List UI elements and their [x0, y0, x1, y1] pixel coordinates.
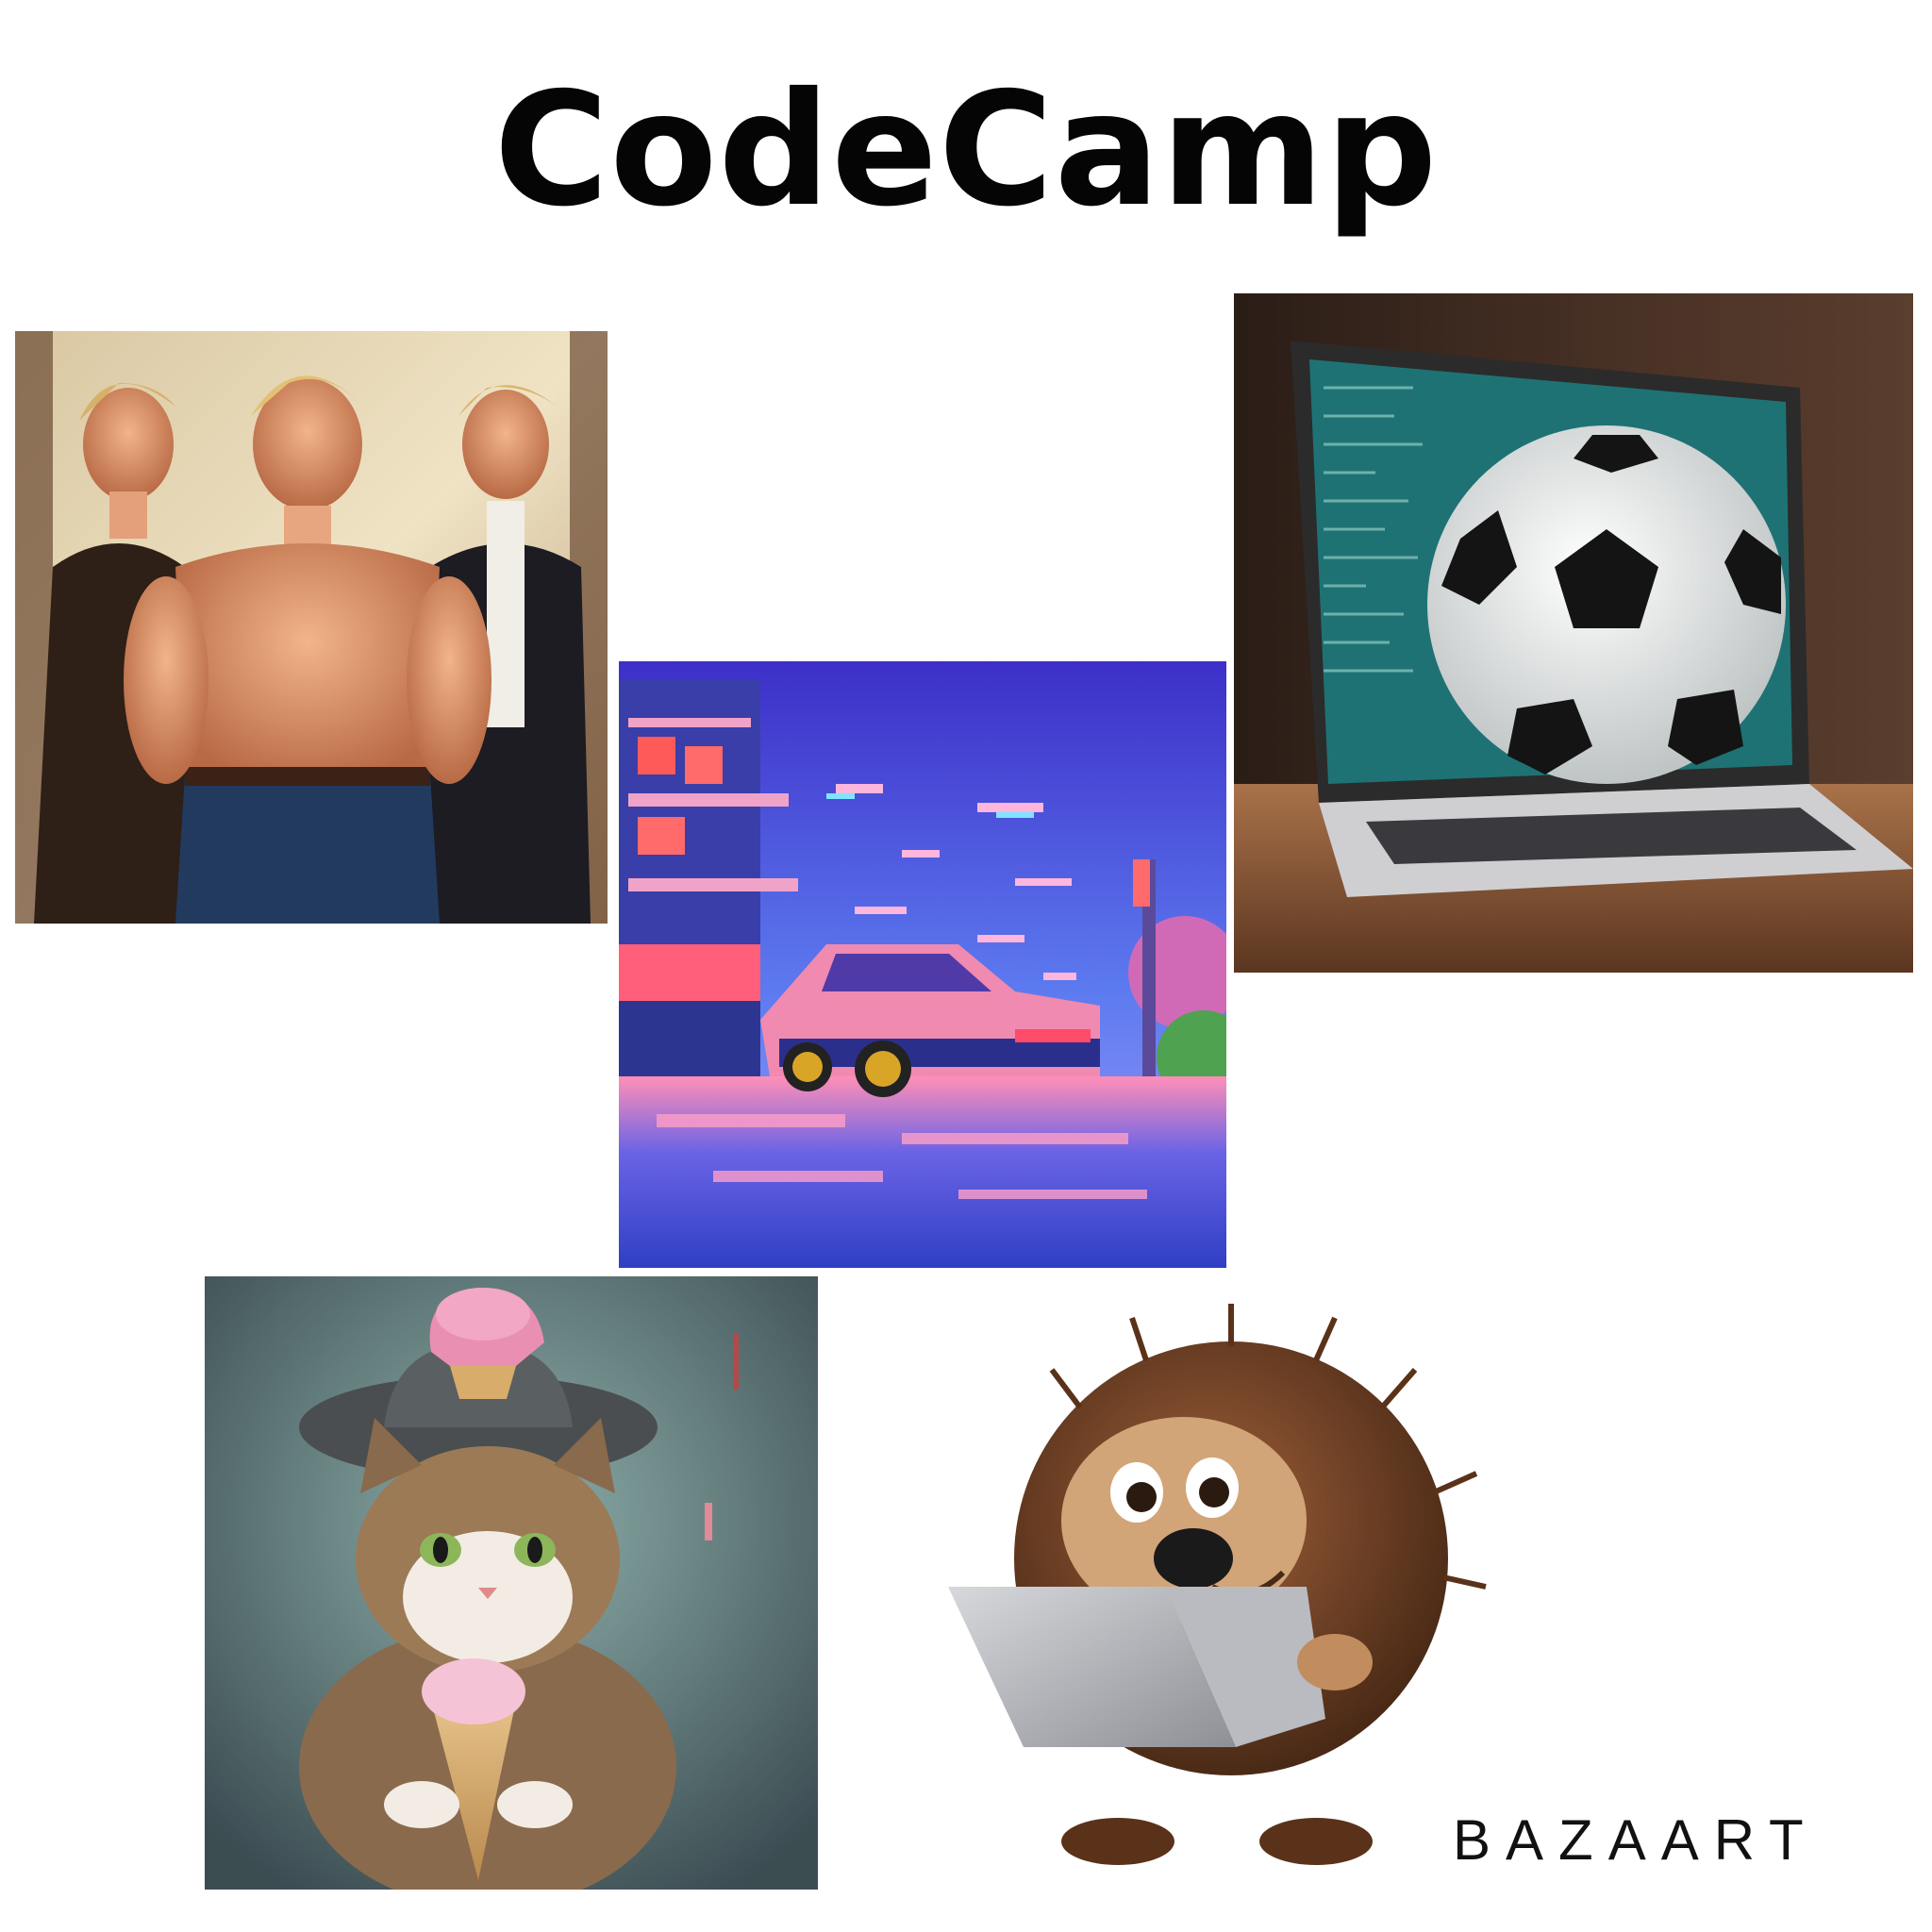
cat-with-ice-cream-hat-painting: [205, 1276, 818, 1890]
soccer-ball-on-laptop-photo: [1234, 293, 1913, 973]
page-title: CodeCamp: [493, 59, 1439, 242]
pixel-art-car-in-flooded-street: [619, 661, 1226, 1268]
brand-watermark: BAZAART: [1453, 1808, 1819, 1872]
three-muscular-men-illustration: [15, 331, 608, 924]
hedgehog-using-laptop-render: [910, 1275, 1538, 1903]
